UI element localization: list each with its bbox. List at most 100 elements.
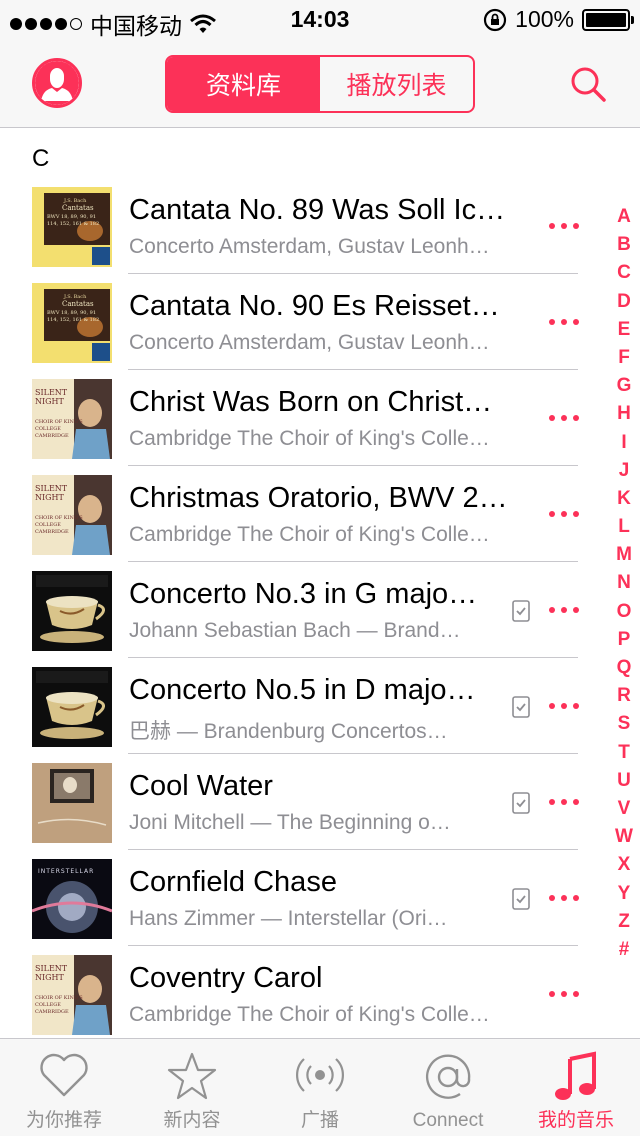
- more-options-button[interactable]: [546, 880, 582, 916]
- segment-playlists[interactable]: 播放列表: [320, 57, 473, 111]
- search-button[interactable]: [568, 64, 608, 104]
- svg-text:CHOIR OF KING'S: CHOIR OF KING'S: [35, 419, 83, 425]
- album-art: SILENT NIGHT CHOIR OF KING'S COLLEGE CAM…: [32, 955, 112, 1035]
- tab-bar: 为你推荐 新内容 广播 Connect 我的音乐: [0, 1038, 640, 1136]
- more-options-button[interactable]: [546, 400, 582, 436]
- downloaded-icon: [512, 888, 530, 910]
- song-row[interactable]: SILENT NIGHT CHOIR OF KING'S COLLEGE CAM…: [0, 370, 600, 466]
- svg-text:Cantatas: Cantatas: [62, 204, 94, 212]
- index-letter[interactable]: G: [608, 372, 640, 400]
- svg-text:NIGHT: NIGHT: [35, 397, 65, 406]
- more-options-button[interactable]: [546, 496, 582, 532]
- index-letter[interactable]: F: [608, 344, 640, 372]
- heart-icon: [40, 1053, 88, 1097]
- battery-icon: [582, 8, 634, 31]
- song-row[interactable]: Concerto No.3 in G majo… Johann Sebastia…: [0, 562, 600, 658]
- index-letter[interactable]: C: [608, 259, 640, 287]
- index-letter[interactable]: E: [608, 316, 640, 344]
- index-letter[interactable]: M: [608, 541, 640, 569]
- index-letter[interactable]: #: [608, 936, 640, 964]
- song-artist: Concerto Amsterdam, Gustav Leonh…: [129, 235, 490, 258]
- svg-text:CAMBRIDGE: CAMBRIDGE: [35, 529, 69, 535]
- more-options-button[interactable]: [546, 976, 582, 1012]
- album-art: [32, 763, 112, 843]
- tab-new[interactable]: 新内容: [128, 1039, 256, 1136]
- index-letter[interactable]: W: [608, 823, 640, 851]
- svg-text:SILENT: SILENT: [35, 388, 68, 397]
- song-artist: Cambridge The Choir of King's Colle…: [129, 427, 490, 450]
- song-row[interactable]: J.S. Bach Cantatas BWV 18, 89, 90, 91 11…: [0, 178, 600, 274]
- album-art: [32, 571, 112, 651]
- svg-text:COLLEGE: COLLEGE: [35, 426, 61, 432]
- index-letter[interactable]: X: [608, 851, 640, 879]
- tab-connect[interactable]: Connect: [384, 1039, 512, 1136]
- svg-text:114, 152, 161 & 182: 114, 152, 161 & 182: [47, 317, 99, 323]
- index-letter[interactable]: L: [608, 513, 640, 541]
- more-options-button[interactable]: [546, 784, 582, 820]
- index-letter[interactable]: Y: [608, 880, 640, 908]
- svg-text:CAMBRIDGE: CAMBRIDGE: [35, 433, 69, 439]
- svg-text:CHOIR OF KING'S: CHOIR OF KING'S: [35, 515, 83, 521]
- index-letter[interactable]: S: [608, 710, 640, 738]
- song-row[interactable]: SILENT NIGHT CHOIR OF KING'S COLLEGE CAM…: [0, 466, 600, 562]
- index-letter[interactable]: U: [608, 767, 640, 795]
- song-artist: Cambridge The Choir of King's Colle…: [129, 1003, 490, 1026]
- song-title: Christmas Oratorio, BWV 2…: [129, 482, 508, 514]
- person-icon: [35, 61, 79, 105]
- svg-text:BWV 18, 89, 90, 91: BWV 18, 89, 90, 91: [47, 310, 96, 316]
- album-art: J.S. Bach Cantatas BWV 18, 89, 90, 91 11…: [32, 283, 112, 363]
- tab-for-you[interactable]: 为你推荐: [0, 1039, 128, 1136]
- rotation-lock-icon: [484, 8, 507, 31]
- svg-text:SILENT: SILENT: [35, 964, 68, 973]
- radio-icon: [296, 1058, 344, 1092]
- index-letter[interactable]: V: [608, 795, 640, 823]
- song-row[interactable]: Concerto No.5 in D majo… 巴赫 — Brandenbur…: [0, 658, 600, 754]
- index-letter[interactable]: Z: [608, 908, 640, 936]
- song-row[interactable]: J.S. Bach Cantatas BWV 18, 89, 90, 91 11…: [0, 274, 600, 370]
- svg-text:COLLEGE: COLLEGE: [35, 1002, 61, 1008]
- index-letter[interactable]: Q: [608, 654, 640, 682]
- index-letter[interactable]: J: [608, 457, 640, 485]
- album-art: SILENT NIGHT CHOIR OF KING'S COLLEGE CAM…: [32, 475, 112, 555]
- song-row[interactable]: INTERSTELLAR Cornfield Chase Hans Zimmer…: [0, 850, 600, 946]
- more-options-button[interactable]: [546, 592, 582, 628]
- more-options-button[interactable]: [546, 688, 582, 724]
- alphabet-index[interactable]: A B C D E F G H I J K L M N O P Q R S T …: [608, 203, 640, 964]
- downloaded-icon: [512, 696, 530, 718]
- album-art: J.S. Bach Cantatas BWV 18, 89, 90, 91 11…: [32, 187, 112, 267]
- song-title: Coventry Carol: [129, 962, 323, 994]
- index-letter[interactable]: P: [608, 626, 640, 654]
- status-right: 100%: [483, 6, 634, 33]
- section-header-c: C: [32, 145, 50, 172]
- svg-text:CAMBRIDGE: CAMBRIDGE: [35, 1009, 69, 1015]
- song-title: Cornfield Chase: [129, 866, 337, 898]
- library-playlist-segmented-control: 资料库 播放列表: [165, 55, 475, 113]
- song-artist: Joni Mitchell — The Beginning o…: [129, 811, 451, 834]
- song-title: Cool Water: [129, 770, 273, 802]
- svg-text:NIGHT: NIGHT: [35, 973, 65, 982]
- song-row[interactable]: SILENT NIGHT CHOIR OF KING'S COLLEGE CAM…: [0, 946, 600, 1042]
- downloaded-icon: [512, 792, 530, 814]
- profile-avatar-button[interactable]: [32, 58, 82, 108]
- tab-label: 新内容: [163, 1110, 221, 1131]
- index-letter[interactable]: K: [608, 485, 640, 513]
- svg-text:SILENT: SILENT: [35, 484, 68, 493]
- index-letter[interactable]: O: [608, 598, 640, 626]
- song-row[interactable]: Cool Water Joni Mitchell — The Beginning…: [0, 754, 600, 850]
- album-art: SILENT NIGHT CHOIR OF KING'S COLLEGE CAM…: [32, 379, 112, 459]
- tab-radio[interactable]: 广播: [256, 1039, 384, 1136]
- tab-my-music[interactable]: 我的音乐: [512, 1039, 640, 1136]
- index-letter[interactable]: B: [608, 231, 640, 259]
- index-letter[interactable]: D: [608, 288, 640, 316]
- index-letter[interactable]: N: [608, 569, 640, 597]
- segment-library[interactable]: 资料库: [167, 57, 320, 111]
- index-letter[interactable]: A: [608, 203, 640, 231]
- index-letter[interactable]: H: [608, 400, 640, 428]
- song-artist: Johann Sebastian Bach — Brand…: [129, 619, 461, 642]
- index-letter[interactable]: T: [608, 739, 640, 767]
- index-letter[interactable]: R: [608, 682, 640, 710]
- more-options-button[interactable]: [546, 208, 582, 244]
- nav-bar: 资料库 播放列表: [0, 40, 640, 128]
- more-options-button[interactable]: [546, 304, 582, 340]
- index-letter[interactable]: I: [608, 429, 640, 457]
